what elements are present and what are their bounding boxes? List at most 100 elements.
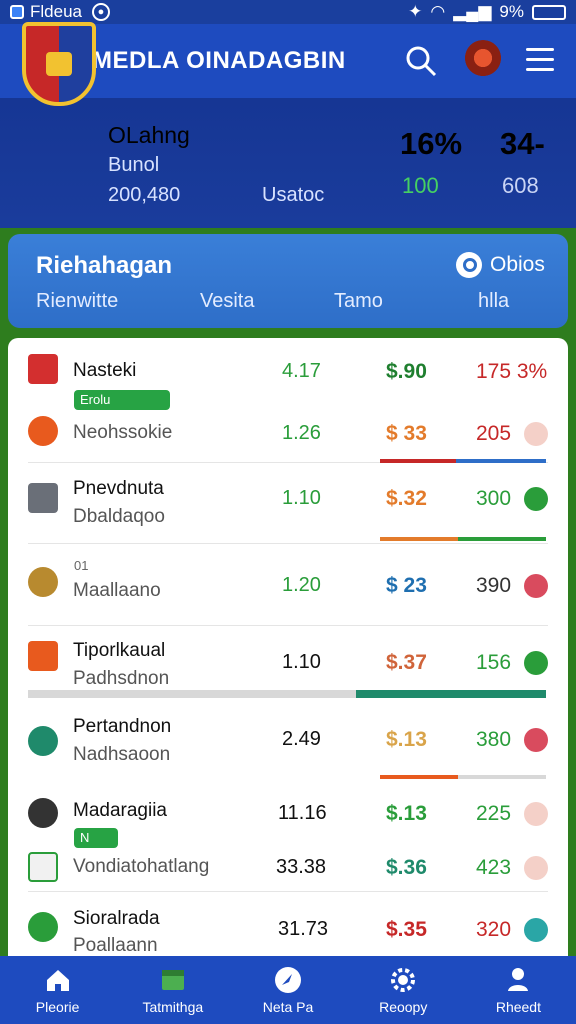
avatar[interactable] [463,40,503,80]
nav-label: Tatmithga [142,999,204,1015]
list-item[interactable]: Pnevdnuta Dbaldaqoo 1.10 $.32 300 [8,463,568,544]
nav-label: Reoopy [379,999,428,1015]
stat-a-sub: 100 [402,173,439,198]
odd-value: 4.17 [282,360,321,382]
gear-icon [391,968,416,992]
status-bar: Fldeua ● ✦ ◠ ▂▄▆ 9% [0,0,576,24]
column-header[interactable]: hlla [478,290,509,313]
club-crest-icon [22,22,96,106]
odd-value: 2.49 [282,728,321,750]
status-app-label: Fldeua [30,2,82,21]
team-name: Nasteki [73,360,137,381]
odd-value: 31.73 [278,918,329,940]
progress-bar [458,537,546,541]
score-value: 205 [476,422,512,445]
column-header[interactable]: Tamo [334,290,383,313]
price-value: $ 33 [386,422,427,445]
list-item[interactable]: Madaragiia 11.16 $.13 225 N Vondiatohatl… [8,790,568,892]
odd-value: 1.10 [282,487,321,509]
price-value: $.13 [386,728,427,751]
nav-label: Neta Pa [262,999,314,1015]
bottom-navigation: Pleorie Tatmithga Neta Pa Reoopy Rheedt [0,956,576,1024]
team-logo-icon [28,726,58,756]
progress-bar [356,690,546,698]
trend-down-icon [524,574,548,598]
club-status: Usatoc [262,184,325,206]
odd-value: 1.20 [282,574,321,596]
list-item[interactable]: Pertandnon Nadhsaoon 2.49 $.13 380 [8,708,568,790]
trend-icon [524,918,548,942]
team-name: Sioralrada [73,908,160,929]
score-value: 390 [476,574,512,597]
nav-item-profile[interactable]: Rheedt [461,956,576,1024]
team-name: Pnevdnuta [73,478,164,499]
score-value: 380 [476,728,512,751]
team-sub-name: Poallaann [73,935,158,956]
price-value: $.37 [386,651,427,674]
list-item[interactable]: 01 Maallaano 1.20 $ 23 390 [8,544,568,626]
column-header[interactable]: Vesita [200,290,254,313]
team-logo-icon [28,354,58,384]
wifi-icon: ◠ [430,2,446,21]
status-right: ✦ ◠ ▂▄▆ 9% [408,2,566,22]
team-logo-icon [28,567,58,597]
nav-item-current[interactable]: Neta Pa [230,956,345,1024]
team-name: Madaragiia [73,800,167,821]
team-logo-icon [28,852,58,882]
nav-item-table[interactable]: Tatmithga [115,956,230,1024]
odd-value: 11.16 [278,802,327,824]
compass-icon [275,967,301,993]
trend-up-icon [524,651,548,675]
price-value: $.90 [386,360,427,383]
nav-item-home[interactable]: Pleorie [0,956,115,1024]
home-icon [46,970,69,991]
table-icon [161,970,184,990]
list-item[interactable]: Nasteki 4.17 $.90 175 3% Erolu Neohssoki… [8,338,568,463]
team-logo-icon [28,483,58,513]
team-logo-icon [28,416,58,446]
nav-label: Pleorie [35,999,80,1015]
nav-item-settings[interactable]: Reoopy [346,956,461,1024]
club-header-bg [0,98,576,228]
team-logo-icon [28,641,58,671]
odd-value: 1.10 [282,651,321,673]
price-value: $.35 [386,918,427,941]
column-header[interactable]: Rienwitte [36,290,118,313]
trend-icon [524,802,548,826]
list-item[interactable]: Tiporlkaual Padhsdnon 1.10 $.37 156 [8,626,568,708]
price-value: $ 23 [386,574,427,597]
stat-b: 34- [500,126,545,161]
filter-action-button[interactable]: Obios [456,252,545,278]
signal-icon: ▂▄▆ [453,2,492,21]
page-title: MEDLA OINADAGBIN [92,47,346,74]
notification-icon: ● [91,3,110,21]
team-name: Pertandnon [73,716,172,737]
battery-icon [532,4,566,20]
bluetooth-icon: ✦ [408,2,423,21]
team-sub-name: Nadhsaoon [73,744,171,765]
search-circle-icon [456,252,482,278]
nav-label: Rheedt [495,999,541,1015]
price-value: $.36 [386,856,427,879]
team-logo-icon [28,798,58,828]
search-icon[interactable] [404,44,438,78]
filter-title: Riehahagan [36,252,173,279]
stat-b-sub: 608 [502,173,539,198]
team-name: Tiporlkaual [73,640,166,661]
progress-bar [380,537,458,541]
match-list: Nasteki 4.17 $.90 175 3% Erolu Neohssoki… [8,338,568,978]
team-name: Neohssokie [73,422,173,443]
battery-percentage: 9% [499,2,524,21]
menu-icon[interactable] [526,48,554,72]
stat-a: 16% [400,126,463,161]
status-badge: Erolu [74,390,170,410]
club-number: 200,480 [108,184,181,206]
app-icon [10,5,24,19]
list-item-label: 01 [74,558,89,573]
progress-track [458,775,546,779]
trend-down-icon [524,728,548,752]
progress-bar [380,775,458,779]
price-value: $.32 [386,487,427,510]
score-value: 175 3% [476,360,548,383]
progress-track [28,690,356,698]
